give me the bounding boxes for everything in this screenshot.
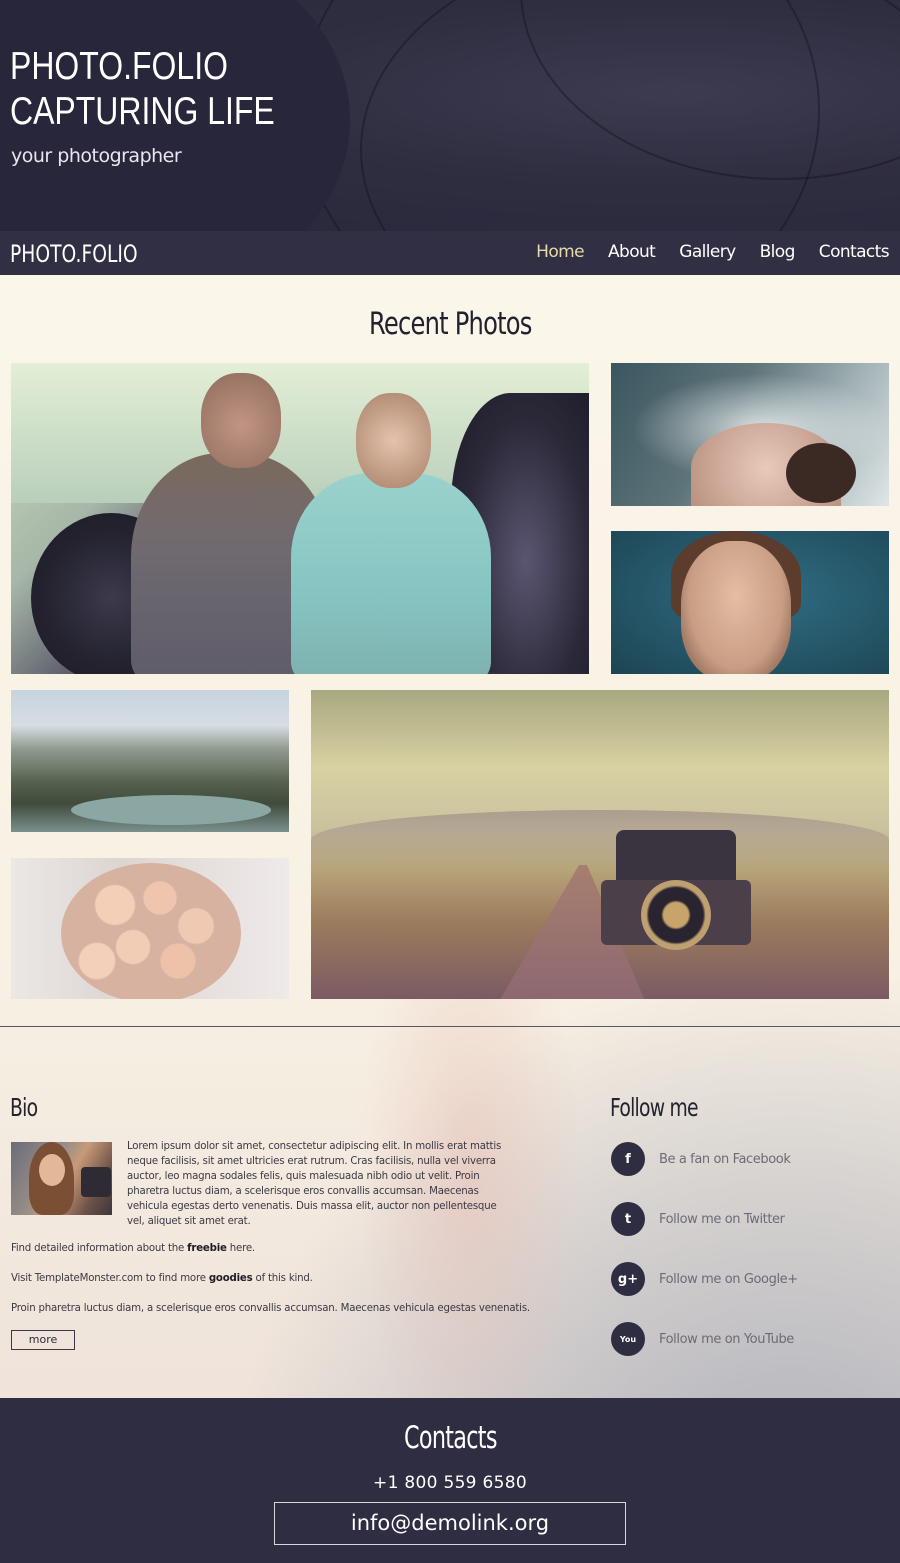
site-subtitle: your photographer [11,145,182,167]
photo-shape [61,863,241,999]
photo-shape [201,373,281,468]
follow-twitter[interactable]: t Follow me on Twitter [611,1202,785,1236]
nav-item-gallery[interactable]: Gallery [679,242,736,262]
follow-label: Follow me on Twitter [659,1211,785,1227]
recent-photos-title: Recent Photos [0,306,900,342]
photo-shape [641,880,711,950]
freebie-link[interactable]: freebie [187,1243,227,1254]
follow-title-text: Follow me [610,1093,699,1122]
main-nav: PHOTO.FOLIO Home About Gallery Blog Cont… [0,231,900,275]
footer-email-link[interactable]: info@demolink.org [274,1502,626,1545]
bio-text: Visit TemplateMonster.com to find more [11,1273,209,1284]
nav-item-blog[interactable]: Blog [760,242,796,262]
bio-title-text: Bio [10,1093,38,1122]
bio-goodies-line: Visit TemplateMonster.com to find more g… [11,1273,313,1284]
photo-shape [356,393,431,488]
photo-shape [81,1167,111,1197]
bio-extra-line: Proin pharetra luctus diam, a scelerisqu… [11,1303,530,1314]
photo-bouquet[interactable] [11,858,289,999]
photo-shape [786,443,856,503]
photo-couple-motorcycle[interactable] [11,363,589,674]
bio-paragraph: Lorem ipsum dolor sit amet, consectetur … [127,1141,502,1227]
section-divider [0,1026,900,1027]
nav-item-contacts[interactable]: Contacts [819,242,890,262]
google-plus-icon: g+ [611,1262,645,1296]
site-title: PHOTO.FOLIO CAPTURING LIFE [10,44,275,134]
photo-vintage-car[interactable] [311,690,889,999]
photo-mountains[interactable] [11,690,289,832]
site-title-line1: PHOTO.FOLIO [10,45,228,88]
nav-item-about[interactable]: About [608,242,656,262]
follow-facebook[interactable]: f Be a fan on Facebook [611,1142,791,1176]
bio-photo [11,1142,112,1215]
footer-title-text: Contacts [403,1420,497,1456]
site-title-line2: CAPTURING LIFE [10,90,275,133]
photo-shape [616,830,736,885]
footer-title: Contacts [0,1420,900,1456]
bio-freebie-line: Find detailed information about the free… [11,1243,255,1254]
recent-photos-title-text: Recent Photos [368,306,532,342]
nav-logo[interactable]: PHOTO.FOLIO [10,240,138,268]
follow-google-plus[interactable]: g+ Follow me on Google+ [611,1262,798,1296]
photo-woman-portrait[interactable] [611,531,889,674]
photo-shape [71,795,271,825]
nav-menu: Home About Gallery Blog Contacts [512,242,889,262]
youtube-icon: You [611,1322,645,1356]
photo-shape [311,810,889,870]
bio-text: of this kind. [252,1273,313,1284]
header-banner: PHOTO.FOLIO CAPTURING LIFE your photogra… [0,0,900,231]
follow-label: Follow me on YouTube [659,1331,794,1347]
bio-text: here. [226,1243,255,1254]
footer: Contacts +1 800 559 6580 info@demolink.o… [0,1398,900,1563]
follow-label: Follow me on Google+ [659,1271,798,1287]
follow-title: Follow me [610,1093,727,1122]
footer-phone: +1 800 559 6580 [373,1473,527,1493]
goodies-link[interactable]: goodies [209,1273,253,1284]
photo-woman-veil[interactable] [611,363,889,506]
bio-title: Bio [10,1093,46,1122]
facebook-icon: f [611,1142,645,1176]
nav-item-home[interactable]: Home [536,242,584,262]
photo-shape [291,473,491,674]
twitter-icon: t [611,1202,645,1236]
photo-shape [601,830,751,980]
photo-shape [39,1154,65,1186]
more-button[interactable]: more [11,1330,75,1350]
bio-text: Find detailed information about the [11,1243,188,1254]
follow-youtube[interactable]: You Follow me on YouTube [611,1322,794,1356]
photo-shape [681,541,791,674]
follow-label: Be a fan on Facebook [659,1151,791,1167]
